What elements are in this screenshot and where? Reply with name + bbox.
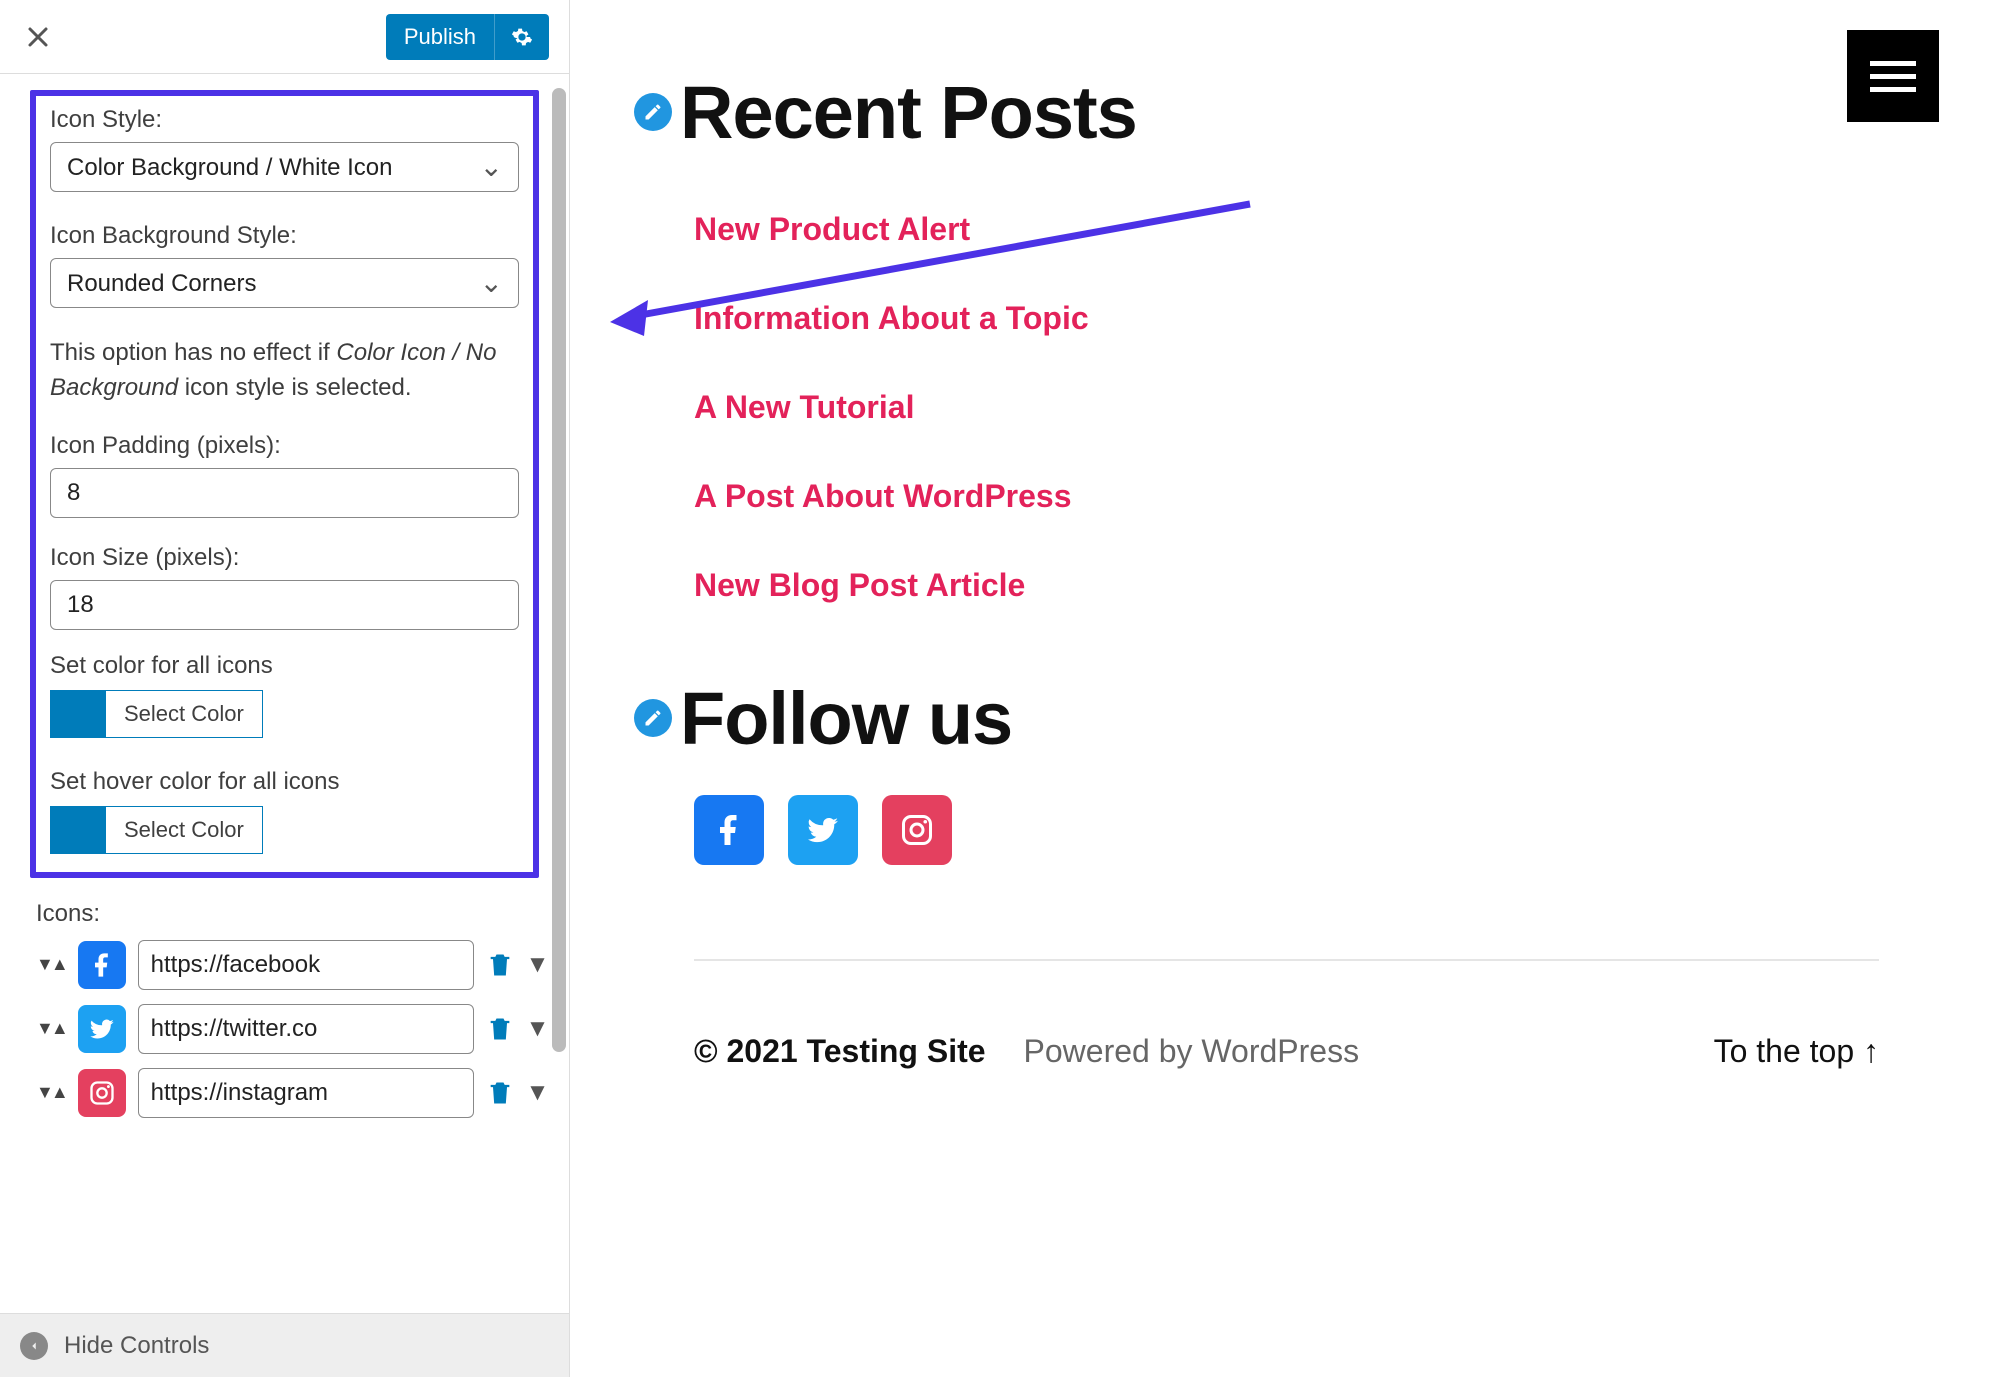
footer-site-name: © 2021 Testing Site (694, 1033, 986, 1070)
post-link[interactable]: New Product Alert (694, 211, 1939, 248)
icon-bg-style-select[interactable]: Rounded Corners (50, 258, 519, 308)
follow-us-heading: Follow us (680, 676, 1012, 761)
edit-shortcut-follow[interactable] (634, 699, 672, 737)
delete-instagram-button[interactable] (486, 1077, 514, 1109)
gear-icon (511, 26, 533, 48)
hide-controls-icon[interactable] (20, 1332, 48, 1360)
icon-bg-style-label: Icon Background Style: (50, 222, 519, 250)
expand-twitter-button[interactable]: ▼ (526, 1015, 550, 1043)
facebook-icon (78, 941, 126, 989)
set-hover-color-label: Set hover color for all icons (50, 768, 519, 796)
expand-facebook-button[interactable]: ▼ (526, 951, 550, 979)
instagram-icon (899, 812, 935, 848)
recent-posts-heading: Recent Posts (680, 70, 1137, 155)
publish-button[interactable]: Publish (386, 14, 494, 60)
instagram-url-input[interactable] (138, 1068, 474, 1118)
site-preview: Recent Posts New Product Alert Informati… (570, 0, 1999, 1377)
color-swatch[interactable] (50, 690, 106, 738)
delete-facebook-button[interactable] (486, 949, 514, 981)
icons-section-label: Icons: (36, 900, 533, 928)
customizer-sidebar: Publish Icon Style: Color Background / W… (0, 0, 570, 1377)
post-link[interactable]: New Blog Post Article (694, 567, 1939, 604)
social-icons-row (694, 795, 1939, 865)
close-icon (26, 25, 50, 49)
icon-size-input[interactable] (50, 580, 519, 630)
icon-row-facebook: ▼▲ ▼ (36, 940, 533, 990)
sort-handle[interactable]: ▼▲ (36, 957, 66, 971)
posts-list: New Product Alert Information About a To… (694, 211, 1939, 604)
recent-posts-heading-row: Recent Posts (634, 70, 1939, 155)
pencil-icon (643, 102, 663, 122)
facebook-icon (711, 812, 747, 848)
select-color-button[interactable]: Select Color (106, 690, 263, 738)
hamburger-icon (1870, 53, 1916, 100)
facebook-url-input[interactable] (138, 940, 474, 990)
post-link[interactable]: A Post About WordPress (694, 478, 1939, 515)
twitter-icon (78, 1005, 126, 1053)
scrollbar-thumb[interactable] (552, 88, 566, 1052)
icon-row-twitter: ▼▲ ▼ (36, 1004, 533, 1054)
select-hover-color-button[interactable]: Select Color (106, 806, 263, 854)
pencil-icon (643, 708, 663, 728)
helper-text: This option has no effect if Color Icon … (50, 336, 519, 406)
highlighted-settings: Icon Style: Color Background / White Ico… (30, 90, 539, 878)
icon-row-instagram: ▼▲ ▼ (36, 1068, 533, 1118)
close-button[interactable] (26, 25, 50, 49)
set-color-label: Set color for all icons (50, 652, 519, 680)
instagram-icon (78, 1069, 126, 1117)
sort-handle[interactable]: ▼▲ (36, 1021, 66, 1035)
menu-toggle-button[interactable] (1847, 30, 1939, 122)
post-link[interactable]: Information About a Topic (694, 300, 1939, 337)
trash-icon (486, 1077, 514, 1109)
delete-twitter-button[interactable] (486, 1013, 514, 1045)
to-the-top-link[interactable]: To the top ↑ (1714, 1033, 1879, 1070)
trash-icon (486, 949, 514, 981)
hide-controls-label[interactable]: Hide Controls (64, 1332, 209, 1360)
trash-icon (486, 1013, 514, 1045)
publish-group: Publish (386, 14, 549, 60)
twitter-icon (805, 812, 841, 848)
preview-footer: © 2021 Testing Site Powered by WordPress… (634, 961, 1939, 1070)
sidebar-header: Publish (0, 0, 569, 74)
hover-color-picker: Select Color (50, 806, 519, 854)
icon-style-select[interactable]: Color Background / White Icon (50, 142, 519, 192)
sidebar-footer: Hide Controls (0, 1313, 569, 1377)
settings-panel: Icon Style: Color Background / White Ico… (0, 74, 569, 1313)
facebook-link[interactable] (694, 795, 764, 865)
icon-padding-input[interactable] (50, 468, 519, 518)
publish-settings-button[interactable] (494, 14, 549, 60)
hover-color-swatch[interactable] (50, 806, 106, 854)
twitter-link[interactable] (788, 795, 858, 865)
footer-powered-by: Powered by WordPress (1024, 1033, 1360, 1070)
sort-handle[interactable]: ▼▲ (36, 1085, 66, 1099)
icon-padding-label: Icon Padding (pixels): (50, 432, 519, 460)
color-picker: Select Color (50, 690, 519, 738)
instagram-link[interactable] (882, 795, 952, 865)
icon-size-label: Icon Size (pixels): (50, 544, 519, 572)
follow-section: Follow us (634, 676, 1939, 865)
twitter-url-input[interactable] (138, 1004, 474, 1054)
expand-instagram-button[interactable]: ▼ (526, 1079, 550, 1107)
icon-style-label: Icon Style: (50, 106, 519, 134)
edit-shortcut-recent-posts[interactable] (634, 93, 672, 131)
post-link[interactable]: A New Tutorial (694, 389, 1939, 426)
